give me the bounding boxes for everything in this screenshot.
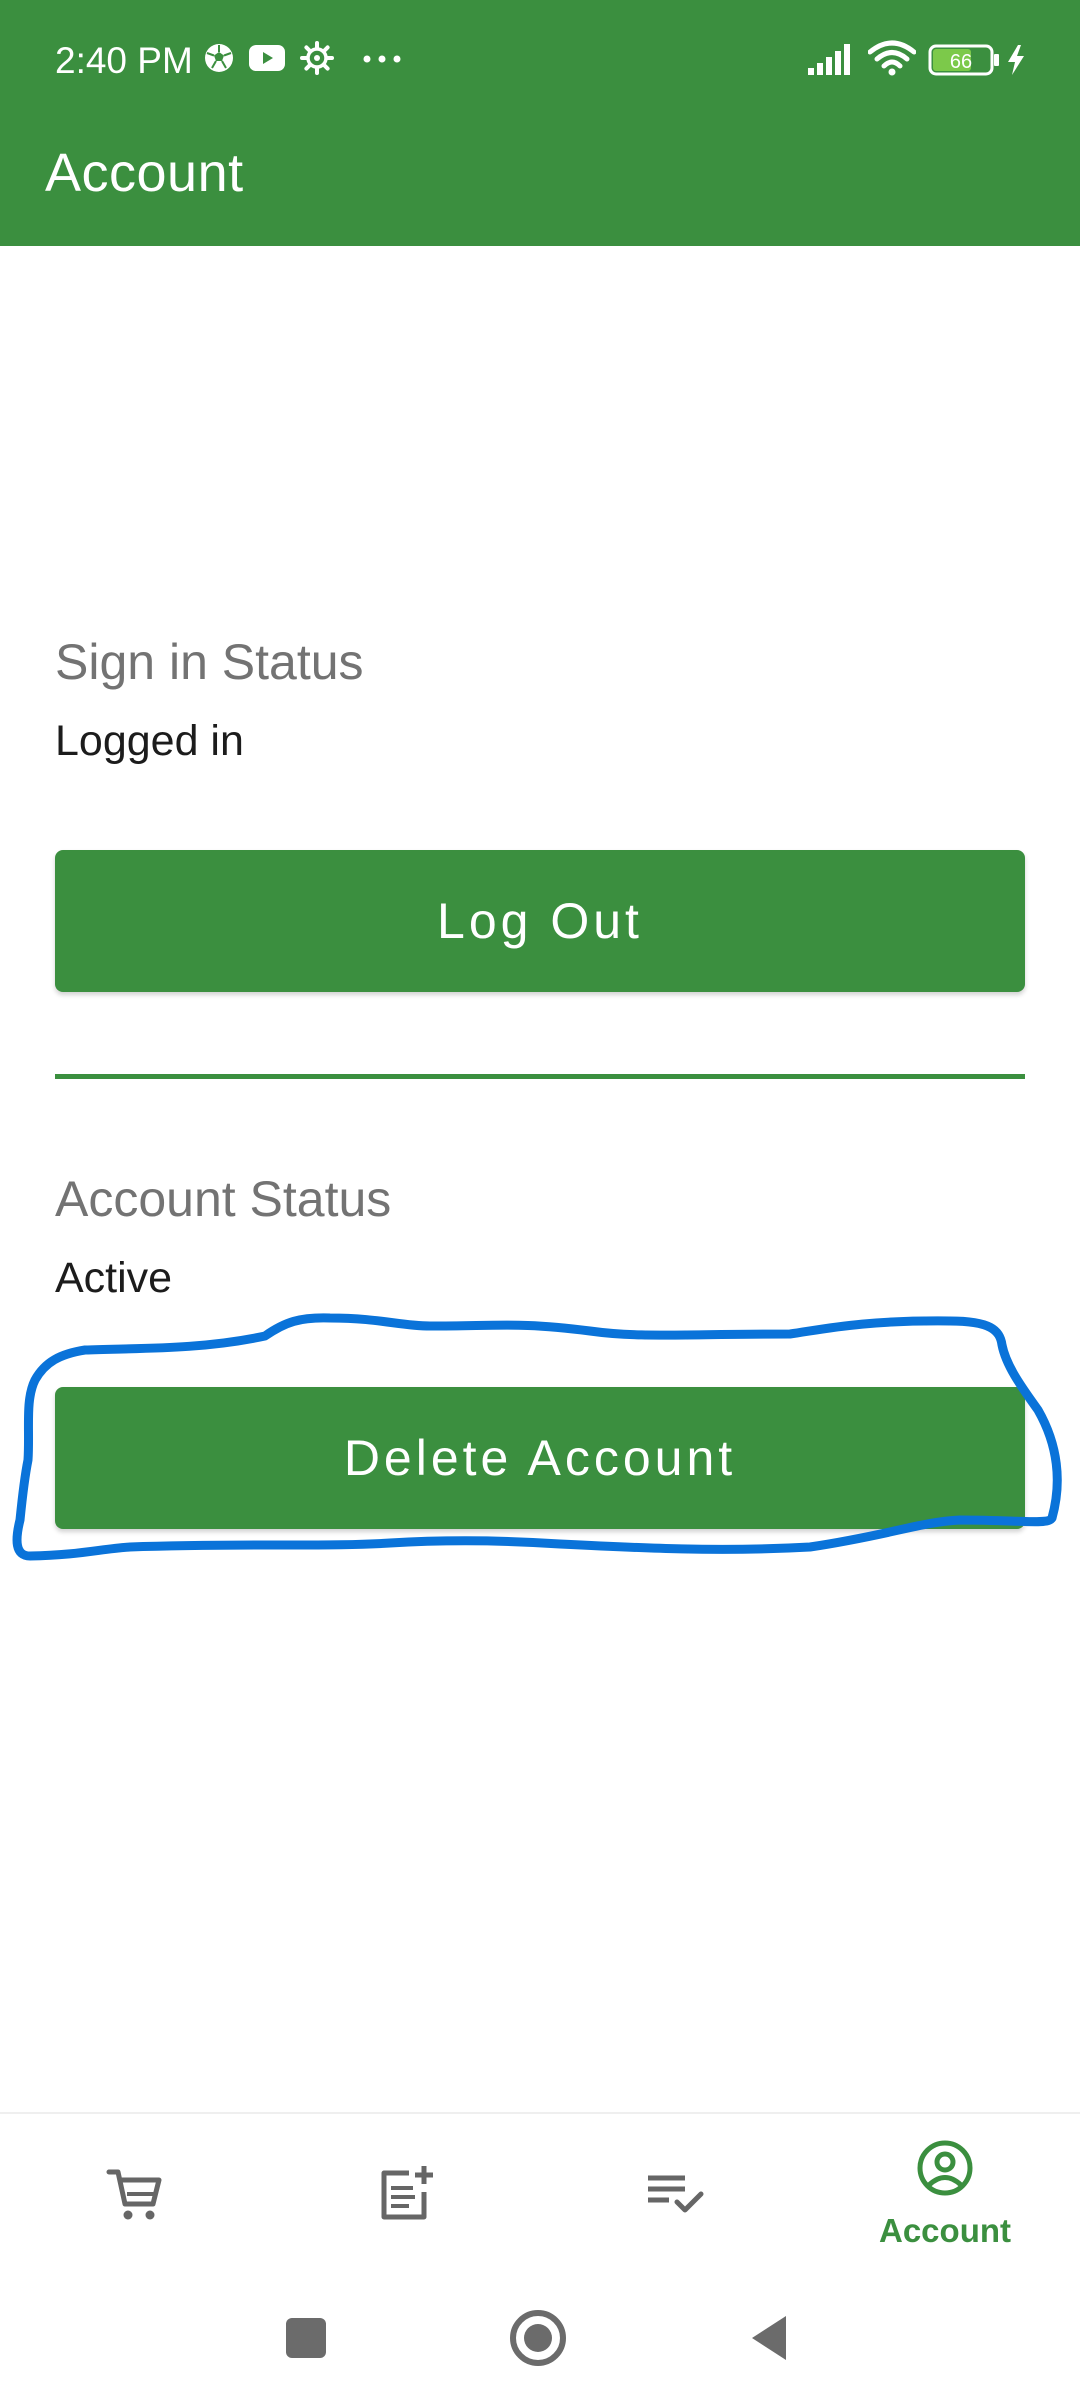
log-out-button[interactable]: Log Out [55, 850, 1025, 992]
signal-icon [808, 44, 850, 75]
charging-icon [1008, 45, 1024, 75]
sign-in-status-label: Sign in Status [55, 634, 364, 690]
battery-icon: 66 [928, 44, 999, 76]
wifi-icon [868, 40, 916, 76]
recents-icon[interactable] [274, 2306, 338, 2370]
home-icon[interactable] [506, 2306, 570, 2370]
status-bar: 2:40 PM 66 [0, 0, 1080, 120]
soccer-ball-icon [205, 44, 233, 72]
delete-account-button[interactable]: Delete Account [55, 1387, 1025, 1529]
account-screen: 2:40 PM 66 Account Sign in Status Logged… [0, 0, 1080, 2400]
divider [55, 1074, 1025, 1079]
checklist-icon [648, 2175, 704, 2213]
sign-in-status-value: Logged in [55, 717, 244, 765]
header: 2:40 PM 66 Account [0, 0, 1080, 246]
cart-icon [106, 2169, 162, 2220]
system-nav-bar [0, 2276, 1080, 2400]
nav-item-checklist[interactable] [540, 2114, 810, 2278]
nav-item-account[interactable]: Account [810, 2114, 1080, 2278]
status-time: 2:40 PM [55, 40, 193, 81]
back-icon[interactable] [738, 2306, 802, 2370]
settings-gear-icon [300, 41, 334, 75]
add-list-icon [381, 2166, 433, 2220]
account-circle-icon [917, 2140, 973, 2196]
more-dots-icon [363, 55, 401, 63]
account-status-label: Account Status [55, 1171, 392, 1227]
nav-item-account-label: Account [879, 2212, 1011, 2249]
account-status-value: Active [55, 1254, 173, 1302]
nav-item-add-list[interactable] [270, 2114, 540, 2278]
youtube-icon [249, 45, 285, 71]
page-title: Account [45, 143, 244, 203]
bottom-nav: Account [0, 2112, 1080, 2278]
battery-level: 66 [950, 51, 972, 73]
nav-item-cart[interactable] [0, 2114, 270, 2278]
